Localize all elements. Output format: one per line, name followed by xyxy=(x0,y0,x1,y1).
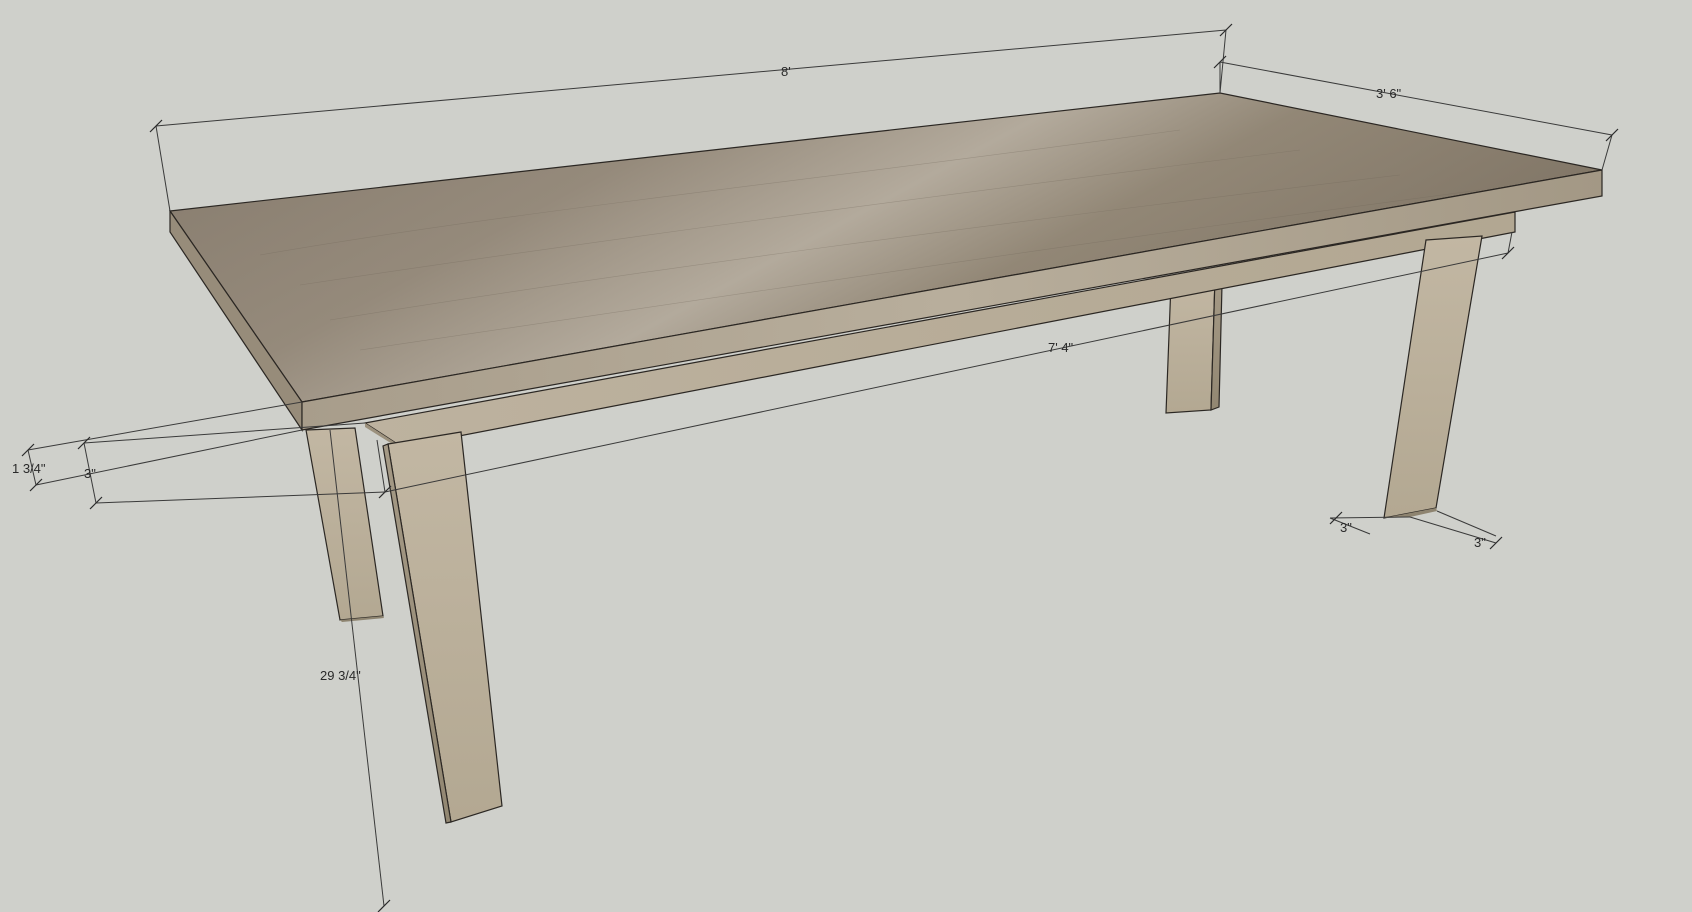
dimension-width-label: 3' 6" xyxy=(1376,86,1402,101)
table-model-canvas[interactable]: 8' 3' 6" 7' 4" 1 3/4" 3" 29 3/4" 3" 3" xyxy=(0,0,1692,912)
dimension-top-thickness: 1 3/4" xyxy=(12,401,303,492)
back-left-leg[interactable] xyxy=(305,427,384,622)
dimension-leg-height-label: 29 3/4" xyxy=(320,668,361,683)
dimension-leg-depth-label: 3" xyxy=(1340,520,1352,535)
front-left-leg[interactable] xyxy=(382,431,503,824)
front-right-leg[interactable] xyxy=(1383,235,1483,519)
dimension-apron-height-label: 3" xyxy=(84,466,96,481)
dimension-leg-width-label: 3" xyxy=(1474,535,1486,550)
dimension-length-label: 8' xyxy=(781,64,791,79)
dimension-top-thickness-label: 1 3/4" xyxy=(12,461,46,476)
dimension-apron-length-label: 7' 4" xyxy=(1048,340,1074,355)
table-top[interactable] xyxy=(168,92,1603,432)
dimension-leg-width: 3" xyxy=(1409,510,1503,550)
